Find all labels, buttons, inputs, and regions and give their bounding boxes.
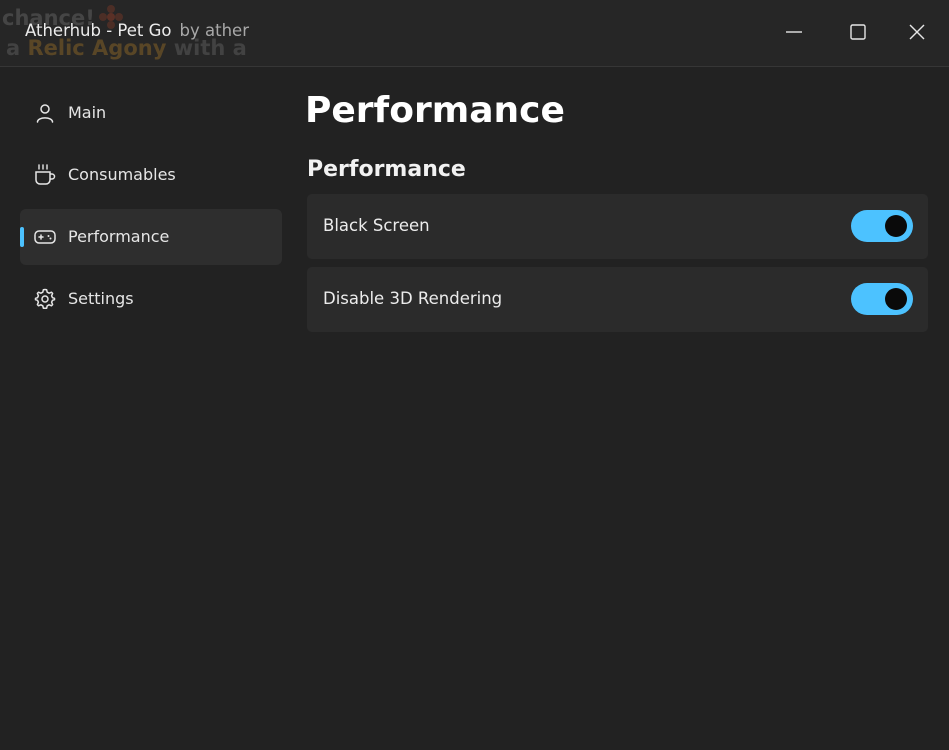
sidebar-item-performance[interactable]: Performance bbox=[20, 209, 282, 265]
sidebar-item-label: Main bbox=[68, 103, 107, 122]
gear-icon bbox=[33, 287, 57, 311]
toggle-card-disable-3d-rendering: Disable 3D Rendering bbox=[307, 267, 928, 332]
close-button[interactable] bbox=[897, 12, 937, 52]
toggle-knob bbox=[885, 288, 907, 310]
gamepad-icon bbox=[33, 225, 57, 249]
title-bar[interactable]: chance! a Relic Agony with a Atherhub - … bbox=[0, 0, 949, 67]
black-screen-toggle[interactable] bbox=[851, 210, 913, 242]
sidebar-item-settings[interactable]: Settings bbox=[20, 271, 282, 327]
sidebar-item-label: Settings bbox=[68, 289, 134, 308]
active-indicator bbox=[20, 227, 24, 247]
toggle-card-black-screen: Black Screen bbox=[307, 194, 928, 259]
maximize-button[interactable] bbox=[838, 12, 878, 52]
sidebar-item-label: Performance bbox=[68, 227, 170, 246]
close-icon bbox=[909, 24, 925, 40]
toggle-label: Black Screen bbox=[323, 216, 430, 235]
person-icon bbox=[33, 101, 57, 125]
minimize-button[interactable] bbox=[774, 12, 814, 52]
page-title: Performance bbox=[305, 90, 565, 131]
cup-icon bbox=[33, 163, 57, 187]
sidebar-item-consumables[interactable]: Consumables bbox=[20, 147, 282, 203]
maximize-icon bbox=[850, 24, 866, 40]
window-subtitle: by ather bbox=[179, 21, 249, 40]
toggle-label: Disable 3D Rendering bbox=[323, 289, 503, 308]
minimize-icon bbox=[786, 31, 802, 33]
sidebar-item-main[interactable]: Main bbox=[20, 85, 282, 141]
section-title: Performance bbox=[307, 157, 466, 182]
toggle-knob bbox=[885, 215, 907, 237]
disable-3d-rendering-toggle[interactable] bbox=[851, 283, 913, 315]
window-title: Atherhub - Pet Go by ather bbox=[25, 21, 249, 40]
window-title-text: Atherhub - Pet Go bbox=[25, 21, 172, 40]
app-window: chance! a Relic Agony with a Atherhub - … bbox=[0, 0, 949, 750]
sidebar: Main Consumables Performance Settings bbox=[20, 85, 282, 333]
overlay-line-2-prefix: a bbox=[6, 36, 21, 60]
sidebar-item-label: Consumables bbox=[68, 165, 176, 184]
